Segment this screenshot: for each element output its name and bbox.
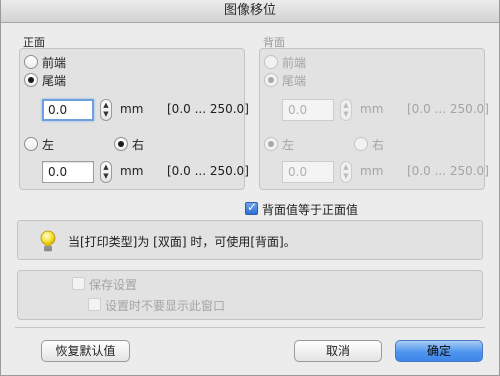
front-radio-left[interactable] (24, 137, 38, 151)
back-group: 前端 尾端 0.0 ▲ ▼ mm [0.0 ... 250.0] 左 右 0.0… (259, 48, 489, 190)
save-settings-label: 保存设置 (89, 278, 138, 292)
back-radio-front-end-label: 前端 (282, 56, 307, 70)
front-horizontal-unit: mm (120, 164, 144, 178)
info-text: 当[打印类型]为 [双面] 时，可使用[背面]。 (68, 235, 296, 249)
front-radio-front-end[interactable] (24, 55, 38, 69)
back-vertical-shift-input[interactable]: 0.0 (282, 99, 334, 121)
back-horizontal-shift-input[interactable]: 0.0 (282, 161, 334, 183)
front-radio-left-label: 左 (42, 138, 55, 152)
back-horizontal-stepper[interactable]: ▲ ▼ (340, 161, 352, 183)
back-radio-tail-end-label: 尾端 (282, 74, 307, 88)
cancel-button[interactable]: 取消 (294, 340, 382, 362)
back-radio-left-label: 左 (282, 138, 295, 152)
stepper-down-icon[interactable]: ▼ (101, 172, 111, 182)
front-horizontal-range: [0.0 ... 250.0] (167, 164, 249, 178)
back-vertical-range: [0.0 ... 250.0] (407, 102, 489, 116)
info-panel: 当[打印类型]为 [双面] 时，可使用[背面]。 (17, 220, 483, 260)
dont-show-window-checkbox[interactable] (88, 298, 101, 311)
front-radio-right-label: 右 (132, 138, 145, 152)
back-radio-right-label: 右 (372, 138, 385, 152)
front-radio-right[interactable] (114, 137, 128, 151)
front-vertical-stepper[interactable]: ▲ ▼ (100, 99, 112, 121)
back-radio-right[interactable] (354, 137, 368, 151)
stepper-down-icon[interactable]: ▼ (341, 172, 351, 182)
footer-divider (15, 327, 485, 328)
same-as-front-label: 背面值等于正面值 (262, 203, 359, 217)
stepper-up-icon[interactable]: ▲ (341, 100, 351, 110)
restore-defaults-button[interactable]: 恢复默认值 (41, 340, 130, 362)
ok-button[interactable]: 确定 (395, 340, 483, 362)
front-horizontal-shift-input[interactable]: 0.0 (42, 161, 94, 183)
stepper-down-icon[interactable]: ▼ (101, 110, 111, 120)
window-title: 图像移位 (1, 0, 499, 23)
same-as-front-checkbox[interactable] (245, 200, 258, 215)
stepper-up-icon[interactable]: ▲ (101, 100, 111, 110)
lightbulb-icon (40, 230, 56, 252)
front-radio-tail-end-label: 尾端 (42, 74, 67, 88)
back-radio-front-end[interactable] (264, 55, 278, 69)
settings-group: 保存设置 设置时不要显示此窗口 (17, 270, 483, 320)
back-radio-tail-end[interactable] (264, 73, 278, 87)
stepper-up-icon[interactable]: ▲ (101, 162, 111, 172)
front-vertical-range: [0.0 ... 250.0] (167, 102, 249, 116)
back-horizontal-unit: mm (360, 164, 384, 178)
save-settings-checkbox[interactable] (72, 277, 85, 290)
front-vertical-shift-input[interactable]: 0.0 (42, 99, 94, 121)
image-shift-dialog: 图像移位 正面 前端 尾端 0.0 ▲ ▼ mm [0.0 ... 250.0]… (0, 0, 500, 376)
back-vertical-stepper[interactable]: ▲ ▼ (340, 99, 352, 121)
front-radio-tail-end[interactable] (24, 73, 38, 87)
stepper-down-icon[interactable]: ▼ (341, 110, 351, 120)
front-group: 前端 尾端 0.0 ▲ ▼ mm [0.0 ... 250.0] 左 右 0.0… (19, 48, 249, 190)
dont-show-window-label: 设置时不要显示此窗口 (105, 299, 226, 313)
front-horizontal-stepper[interactable]: ▲ ▼ (100, 161, 112, 183)
front-radio-front-end-label: 前端 (42, 56, 67, 70)
stepper-up-icon[interactable]: ▲ (341, 162, 351, 172)
back-horizontal-range: [0.0 ... 250.0] (407, 164, 489, 178)
front-vertical-unit: mm (120, 102, 144, 116)
back-vertical-unit: mm (360, 102, 384, 116)
back-radio-left[interactable] (264, 137, 278, 151)
